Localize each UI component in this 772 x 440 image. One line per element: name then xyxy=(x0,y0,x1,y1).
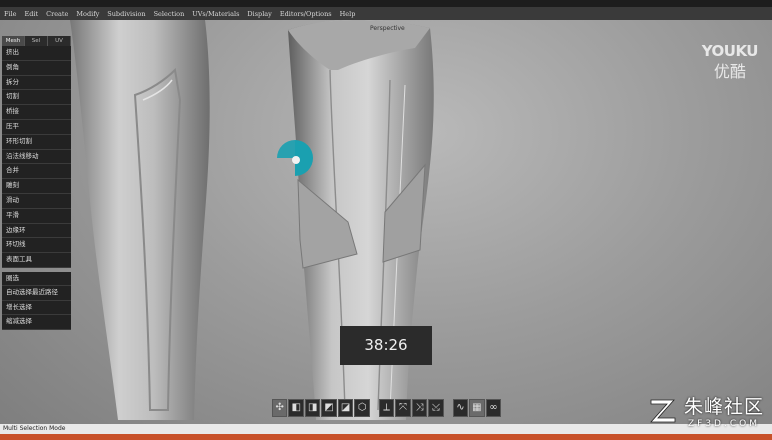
move-icon[interactable]: ⟂ xyxy=(378,399,395,417)
menu-create[interactable]: Create xyxy=(42,10,72,18)
tool-item[interactable]: 合并 xyxy=(2,164,71,180)
viewport-label: Perspective xyxy=(370,25,405,32)
tool-item[interactable]: 滑动 xyxy=(2,193,71,209)
selection-tool-list: 圈选 自动选择最近路径 增长选择 缩减选择 xyxy=(2,271,71,330)
cube-icon[interactable]: ◩ xyxy=(321,399,337,417)
menu-bar: File Edit Create Modify Subdivision Sele… xyxy=(0,7,772,20)
cube-icon[interactable]: ◪ xyxy=(337,399,354,417)
tool-item[interactable]: 倒角 xyxy=(2,60,71,76)
menu-editors-options[interactable]: Editors/Options xyxy=(276,10,336,18)
curve-icon[interactable]: ∿ xyxy=(452,399,469,417)
menu-help[interactable]: Help xyxy=(336,10,360,18)
tool-item[interactable]: 桥接 xyxy=(2,105,71,120)
tool-item[interactable]: 沿法线移动 xyxy=(2,149,71,165)
tool-panel-tabs: Mesh Sel UV xyxy=(2,36,71,46)
cube-icon[interactable]: ◨ xyxy=(304,399,321,417)
bottom-shelf: ✣ ◧ ◨ ◩ ◪ ⬡ ⟂ ⤧ ⤨ ⤩ ∿ ▦ ∞ xyxy=(272,398,502,418)
accent-bar xyxy=(0,434,772,440)
zf3d-watermark: 朱峰社区 ZF3D.COM xyxy=(648,392,764,429)
tab-uv[interactable]: UV xyxy=(48,36,71,46)
video-timestamp: 38:26 xyxy=(340,326,432,365)
tool-item[interactable]: 表面工具 xyxy=(2,253,71,268)
menu-subdivision[interactable]: Subdivision xyxy=(103,10,149,18)
tool-item[interactable]: 挤出 xyxy=(2,46,71,61)
menu-modify[interactable]: Modify xyxy=(72,10,103,18)
tool-item[interactable]: 拆分 xyxy=(2,75,71,91)
cube-icon[interactable]: ◧ xyxy=(288,399,304,417)
tool-item[interactable]: 平滑 xyxy=(2,208,71,224)
link-icon[interactable]: ∞ xyxy=(485,399,502,417)
logo-line-2: 优酷 xyxy=(713,62,746,81)
youku-logo: YOUKU 优酷 xyxy=(702,42,759,82)
tool-item[interactable]: 压平 xyxy=(2,119,71,135)
tool-item[interactable]: 缩减选择 xyxy=(2,315,71,330)
left-model xyxy=(70,20,210,420)
box-icon[interactable]: ⬡ xyxy=(354,399,370,417)
tool-item[interactable]: 圈选 xyxy=(2,271,71,287)
extend-icon[interactable]: ⤩ xyxy=(428,399,444,417)
tool-panel: Mesh Sel UV 挤出 倒角 拆分 切割 桥接 压平 环形切割 沿法线移动… xyxy=(2,36,71,330)
tool-item[interactable]: 雕刻 xyxy=(2,179,71,194)
tool-item[interactable]: 自动选择最近路径 xyxy=(2,286,71,301)
tab-sel[interactable]: Sel xyxy=(25,36,48,46)
status-text: Multi Selection Mode xyxy=(3,425,66,432)
tool-item[interactable]: 增长选择 xyxy=(2,300,71,316)
watermark-line-1: 朱峰社区 xyxy=(683,396,764,418)
model-render xyxy=(70,19,434,421)
scale-icon[interactable]: ⤨ xyxy=(411,399,428,417)
watermark-line-2: ZF3D.COM xyxy=(687,419,760,429)
menu-edit[interactable]: Edit xyxy=(21,10,43,18)
menu-uvs-materials[interactable]: UVs/Materials xyxy=(188,10,243,18)
tool-item[interactable]: 环形切割 xyxy=(2,134,71,150)
tool-item[interactable]: 环切线 xyxy=(2,238,71,254)
tool-item[interactable]: 边缘环 xyxy=(2,223,71,239)
menu-selection[interactable]: Selection xyxy=(150,10,189,18)
grid-icon[interactable]: ▦ xyxy=(469,399,485,417)
title-strip xyxy=(0,0,772,7)
rotate-icon[interactable]: ⤧ xyxy=(395,399,411,417)
menu-display[interactable]: Display xyxy=(243,10,275,18)
zf3d-logo-icon xyxy=(650,399,676,422)
tool-item[interactable]: 切割 xyxy=(2,90,71,106)
tool-list: 挤出 倒角 拆分 切割 桥接 压平 环形切割 沿法线移动 合并 雕刻 滑动 平滑… xyxy=(2,46,71,268)
menu-file[interactable]: File xyxy=(0,10,21,18)
select-icon[interactable]: ✣ xyxy=(272,399,288,417)
tab-mesh[interactable]: Mesh xyxy=(2,36,25,46)
